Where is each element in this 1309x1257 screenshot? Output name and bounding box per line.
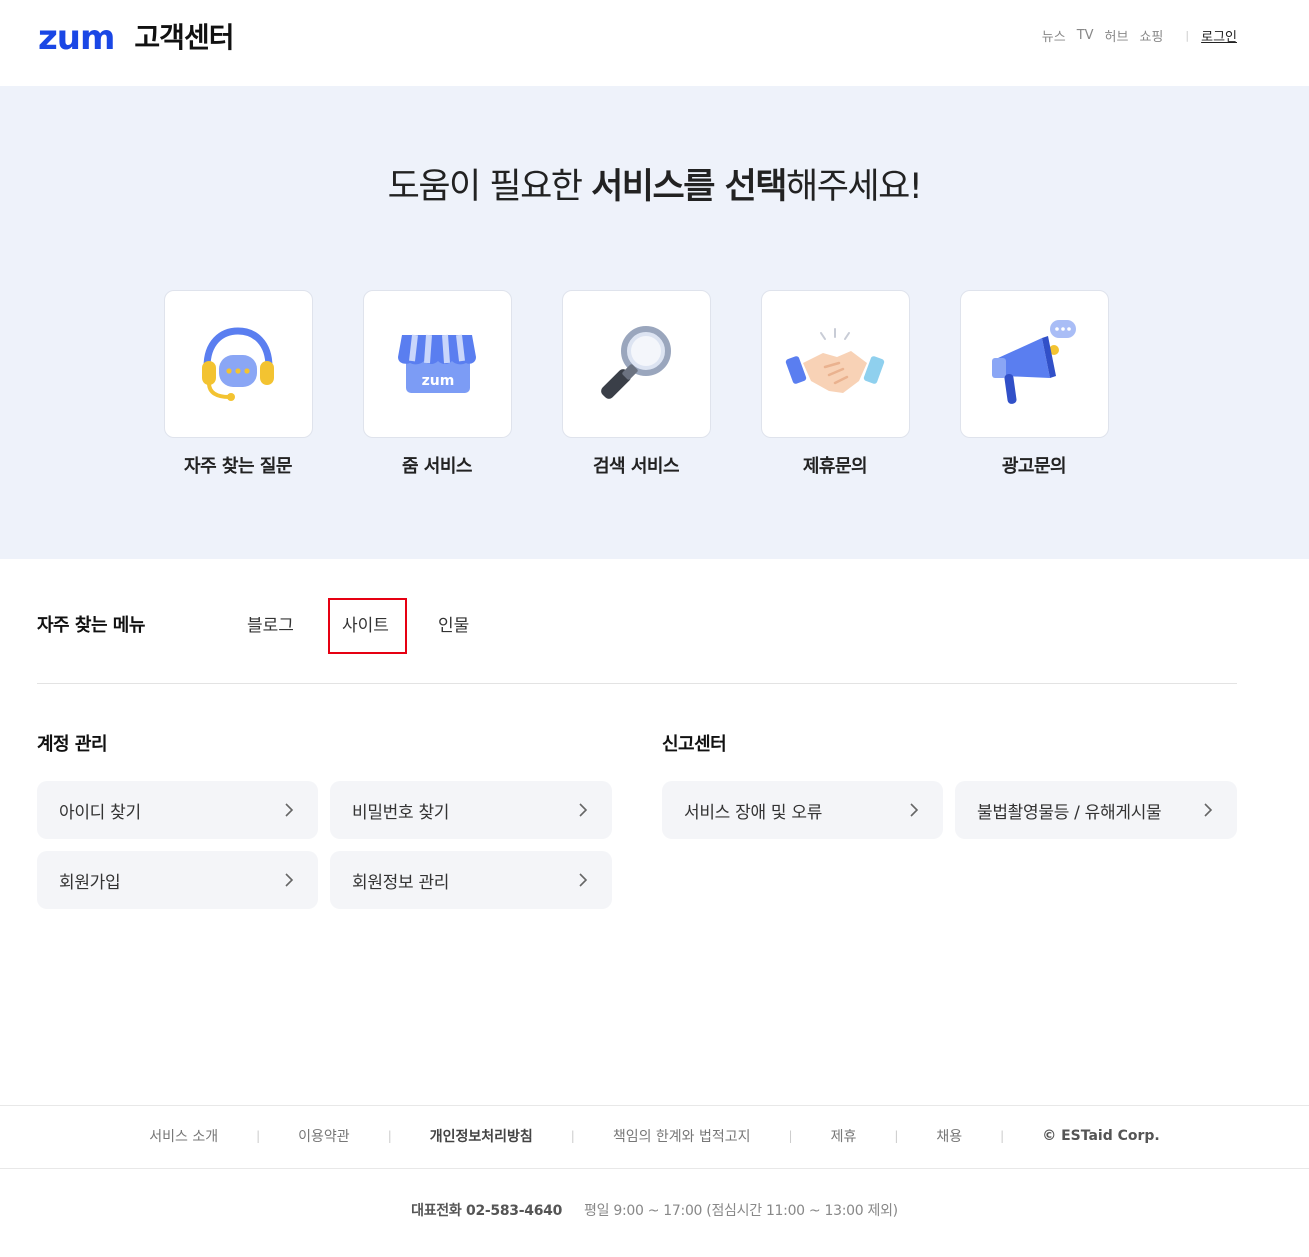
- svg-text:zum: zum: [422, 373, 455, 389]
- report-section-title: 신고센터: [662, 734, 727, 755]
- top-nav: 뉴스 TV 허브 쇼핑 | 로그인: [1031, 26, 1237, 45]
- megaphone-icon: [992, 320, 1076, 404]
- service-partnership[interactable]: 제휴문의: [760, 290, 910, 478]
- pill-label: 회원가입: [59, 873, 121, 893]
- footer-divider: |: [894, 1129, 899, 1143]
- chevron-right-icon: [285, 803, 294, 817]
- hero-section: 도움이 필요한 서비스를 선택해주세요! 자주 찾는 질문 zum 줌 서비스 …: [0, 86, 1309, 559]
- chevron-right-icon: [579, 803, 588, 817]
- footer-link-privacy[interactable]: 개인정보처리방침: [430, 1126, 533, 1146]
- store-icon: zum: [398, 334, 476, 393]
- pill-label: 아이디 찾기: [59, 803, 141, 823]
- signup-button[interactable]: 회원가입: [37, 851, 318, 909]
- service-card[interactable]: [959, 290, 1109, 438]
- footer-hours: 평일 9:00 ~ 17:00 (점심시간 11:00 ~ 13:00 제외): [584, 1203, 898, 1219]
- find-id-button[interactable]: 아이디 찾기: [37, 781, 318, 839]
- frequent-tab-site[interactable]: 사이트: [342, 611, 389, 636]
- section-divider: [37, 683, 1237, 684]
- frequent-tab-person[interactable]: 인물: [438, 611, 469, 636]
- find-password-button[interactable]: 비밀번호 찾기: [330, 781, 612, 839]
- footer-divider: |: [387, 1129, 392, 1143]
- pill-label: 불법촬영물등 / 유해게시물: [977, 803, 1162, 823]
- chevron-right-icon: [910, 803, 919, 817]
- hero-title-post: 해주세요!: [786, 167, 923, 207]
- magnifier-icon: [601, 326, 671, 399]
- footer-divider: |: [788, 1129, 793, 1143]
- pill-label: 비밀번호 찾기: [352, 803, 450, 823]
- nav-news[interactable]: 뉴스: [1042, 26, 1066, 45]
- headset-icon: [202, 327, 274, 401]
- frequent-menu-title: 자주 찾는 메뉴: [37, 615, 145, 636]
- hero-title: 도움이 필요한 서비스를 선택해주세요!: [0, 164, 1309, 210]
- footer-mid-line: [0, 1168, 1309, 1169]
- footer-top-line: [0, 1105, 1309, 1106]
- service-label[interactable]: 자주 찾는 질문: [184, 452, 292, 478]
- service-label[interactable]: 제휴문의: [803, 452, 868, 478]
- service-zum[interactable]: zum 줌 서비스: [362, 290, 512, 478]
- account-section-title: 계정 관리: [37, 734, 108, 755]
- frequent-tab-blog[interactable]: 블로그: [247, 611, 294, 636]
- service-label[interactable]: 검색 서비스: [593, 452, 680, 478]
- footer-link-about[interactable]: 서비스 소개: [149, 1126, 218, 1146]
- logo[interactable]: zum 고객센터: [38, 20, 234, 56]
- header: zum 고객센터 뉴스 TV 허브 쇼핑 | 로그인: [0, 0, 1309, 86]
- page-title[interactable]: 고객센터: [134, 20, 234, 56]
- illegal-content-button[interactable]: 불법촬영물등 / 유해게시물: [955, 781, 1237, 839]
- pill-label: 회원정보 관리: [352, 873, 450, 893]
- chevron-right-icon: [285, 873, 294, 887]
- hero-title-bold: 서비스를 선택: [591, 167, 787, 207]
- service-search[interactable]: 검색 서비스: [561, 290, 711, 478]
- service-faq[interactable]: 자주 찾는 질문: [163, 290, 313, 478]
- service-card[interactable]: zum: [362, 290, 512, 438]
- service-label[interactable]: 광고문의: [1002, 452, 1067, 478]
- footer-divider: |: [570, 1129, 575, 1143]
- chevron-right-icon: [1204, 803, 1213, 817]
- zum-logo[interactable]: zum: [38, 20, 115, 56]
- service-card[interactable]: [163, 290, 313, 438]
- chevron-right-icon: [579, 873, 588, 887]
- nav-shopping[interactable]: 쇼핑: [1139, 26, 1163, 45]
- service-card[interactable]: [561, 290, 711, 438]
- nav-hub[interactable]: 허브: [1105, 26, 1129, 45]
- service-advertising[interactable]: 광고문의: [959, 290, 1109, 478]
- footer-info: 대표전화 02-583-4640 평일 9:00 ~ 17:00 (점심시간 11…: [0, 1200, 1309, 1220]
- footer-divider: |: [1000, 1129, 1005, 1143]
- footer-link-terms[interactable]: 이용약관: [298, 1126, 350, 1146]
- service-error-button[interactable]: 서비스 장애 및 오류: [662, 781, 943, 839]
- footer-link-legal[interactable]: 책임의 한계와 법적고지: [613, 1126, 751, 1146]
- copyright: © ESTaid Corp.: [1042, 1128, 1160, 1144]
- footer-phone: 대표전화 02-583-4640: [411, 1203, 563, 1219]
- footer-link-partnership[interactable]: 제휴: [831, 1126, 857, 1146]
- member-info-button[interactable]: 회원정보 관리: [330, 851, 612, 909]
- login-link[interactable]: 로그인: [1201, 26, 1237, 45]
- hero-title-pre: 도움이 필요한: [387, 167, 592, 207]
- footer-links: 서비스 소개 | 이용약관 | 개인정보처리방침 | 책임의 한계와 법적고지 …: [0, 1126, 1309, 1146]
- nav-tv[interactable]: TV: [1077, 28, 1094, 43]
- service-list: 자주 찾는 질문 zum 줌 서비스 검색 서비스 제휴문의 광고문의: [163, 290, 1109, 478]
- frequent-menu: 자주 찾는 메뉴 블로그 사이트 인물: [37, 598, 1237, 654]
- service-label[interactable]: 줌 서비스: [402, 452, 473, 478]
- service-card[interactable]: [760, 290, 910, 438]
- footer-divider: |: [256, 1129, 261, 1143]
- handshake-icon: [785, 328, 885, 393]
- footer-link-careers[interactable]: 채용: [936, 1126, 962, 1146]
- pill-label: 서비스 장애 및 오류: [684, 803, 823, 823]
- nav-divider: |: [1185, 29, 1190, 42]
